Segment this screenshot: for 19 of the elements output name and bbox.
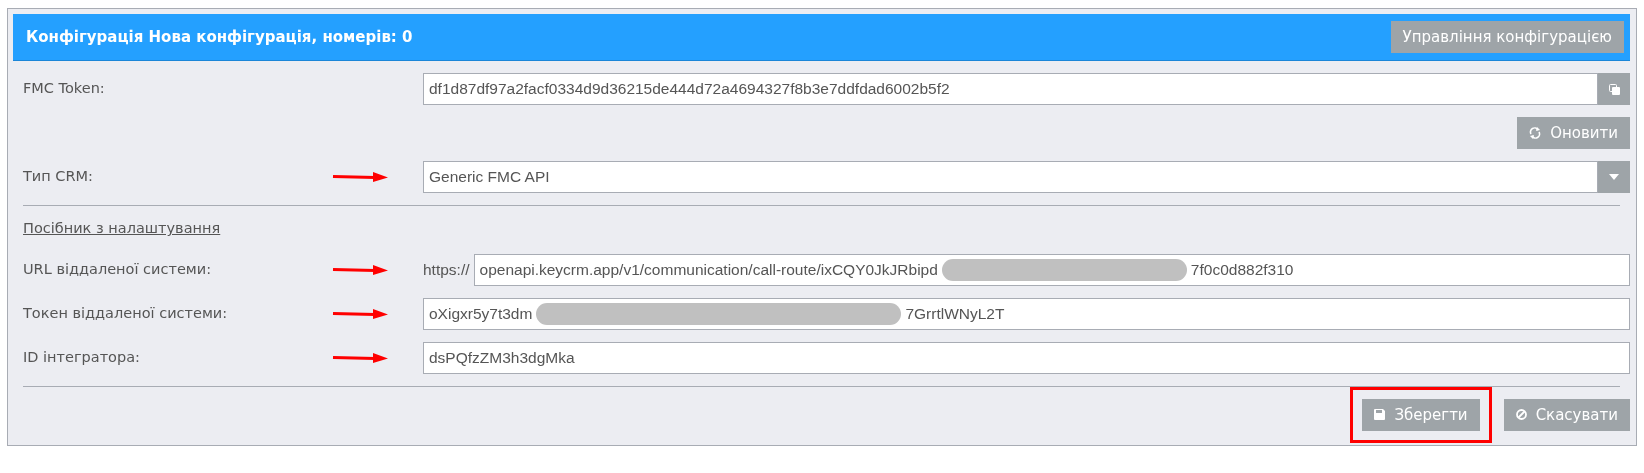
cancel-icon xyxy=(1515,409,1527,421)
field-label: Токен віддаленої системи: xyxy=(23,303,228,323)
input-field[interactable]: openapi.keycrm.app/v1/communication/call-route/ixCQY0JkJRbipd 7f0c0d882f310 xyxy=(473,253,1630,286)
field-label: URL віддаленої системи: xyxy=(23,259,212,279)
floppy-icon xyxy=(1374,409,1386,421)
copy-icon xyxy=(1608,83,1620,95)
field-label: Тип CRM: xyxy=(23,167,93,187)
panel-title: Конфігурація Нова конфігурація, номерів: 0 xyxy=(26,26,413,48)
input-field[interactable]: oXigxr5y7t3dm 7GrrtlWNyL2T xyxy=(423,297,1630,330)
select-field[interactable]: Generic FMC API xyxy=(423,161,1598,193)
url-prefix: https:// xyxy=(423,260,470,281)
guide-link[interactable]: Посібник з налаштування xyxy=(23,220,221,236)
field-label: ID інтегратора: xyxy=(23,347,140,367)
field-label: FMC Token: xyxy=(23,79,105,99)
input-field[interactable]: df1d87df97a2facf0334d9d36215de444d72a4694327f8b3e7ddfdad6002b5f2 xyxy=(423,73,1598,105)
copy-button[interactable] xyxy=(1598,73,1630,105)
refresh-icon xyxy=(1529,127,1542,139)
caret-icon xyxy=(1609,174,1619,180)
input-field[interactable]: dsPQfzZM3h3dgMka xyxy=(423,341,1630,374)
